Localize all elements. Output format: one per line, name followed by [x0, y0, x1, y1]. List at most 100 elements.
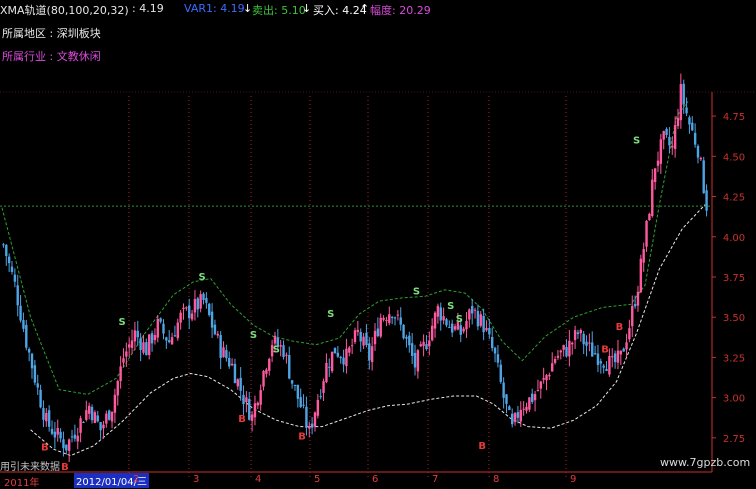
- candle-body: [173, 335, 177, 337]
- watermark: www.7gpzb.com: [660, 456, 751, 469]
- candle-body: [525, 406, 528, 411]
- candle-body: [190, 313, 194, 320]
- candle-body: [619, 350, 623, 355]
- candle-body: [213, 324, 217, 335]
- candle-body: [596, 353, 600, 365]
- candle-body: [53, 431, 57, 438]
- candle-body: [322, 381, 325, 393]
- candle-body: [47, 410, 51, 427]
- candle-body: [645, 220, 648, 247]
- candle-body: [582, 333, 585, 345]
- candle-body: [445, 319, 448, 326]
- y-tick-label: 3.25: [723, 353, 745, 364]
- candle-body: [99, 422, 102, 431]
- candle-body: [622, 348, 625, 352]
- candle-body: [168, 340, 171, 343]
- candle-body: [651, 179, 654, 216]
- candle-body: [188, 305, 191, 319]
- candle-body: [519, 409, 522, 422]
- candle-body: [442, 316, 445, 321]
- candle-body: [450, 323, 454, 333]
- candle-body: [45, 412, 48, 422]
- candle-body: [476, 311, 480, 327]
- month-label: 8: [493, 474, 500, 485]
- candle-body: [705, 190, 708, 211]
- candle-body: [282, 345, 285, 357]
- candle-body: [685, 107, 688, 114]
- candle-body: [353, 330, 357, 343]
- candle-body: [416, 350, 420, 372]
- candle-body: [448, 327, 451, 329]
- candle-body: [305, 406, 308, 428]
- candle-body: [342, 357, 345, 365]
- sell-signal: S: [456, 314, 463, 325]
- candle-body: [107, 410, 111, 420]
- candle-body: [142, 342, 145, 353]
- candle-body: [436, 305, 440, 317]
- candle-body: [336, 352, 340, 357]
- candle-body: [299, 397, 302, 408]
- candle-body: [642, 249, 645, 263]
- sell-signal: S: [118, 317, 125, 328]
- candle-body: [119, 366, 122, 382]
- candle-body: [382, 317, 385, 320]
- candle-body: [148, 334, 151, 356]
- candle-body: [676, 117, 680, 126]
- candle-body: [87, 405, 91, 414]
- candle-body: [548, 374, 551, 377]
- candlestick-chart[interactable]: 4.75 4.50 4.25 4.00 3.75 3.50 3.25 3.00 2.75 B B S…: [0, 0, 756, 487]
- candle-body: [308, 425, 311, 429]
- candle-body: [136, 330, 139, 338]
- candle-body: [150, 333, 154, 344]
- candle-body: [531, 393, 534, 403]
- candle-body: [330, 351, 334, 372]
- candle-body: [242, 394, 245, 405]
- candle-body: [253, 403, 257, 418]
- candle-body: [33, 365, 37, 383]
- candle-body: [2, 244, 5, 246]
- sell-signal: S: [250, 330, 257, 341]
- candle-body: [67, 439, 71, 451]
- candle-body: [339, 356, 342, 359]
- candle-body: [636, 291, 640, 306]
- candle-body: [293, 384, 297, 386]
- candle-body: [70, 436, 74, 438]
- candle-body: [542, 378, 545, 380]
- candle-body: [373, 330, 377, 345]
- candles: [2, 73, 708, 463]
- candle-body: [413, 352, 417, 368]
- candle-body: [27, 349, 31, 353]
- candle-body: [399, 317, 402, 325]
- candle-body: [628, 328, 631, 340]
- candle-body: [648, 213, 651, 221]
- candle-body: [162, 323, 165, 334]
- candle-body: [22, 320, 25, 329]
- candle-body: [82, 422, 85, 424]
- candle-body: [545, 375, 548, 381]
- candle-body: [208, 303, 211, 316]
- candle-body: [359, 331, 362, 342]
- y-tick-label: 2.75: [723, 434, 745, 445]
- candle-body: [613, 353, 617, 363]
- sell-signal: S: [633, 135, 640, 146]
- candle-body: [102, 424, 105, 429]
- candle-body: [599, 361, 603, 364]
- candle-body: [356, 329, 360, 332]
- candle-body: [19, 305, 22, 321]
- candle-body: [410, 343, 414, 356]
- candle-body: [568, 340, 571, 357]
- candle-body: [185, 307, 188, 309]
- candle-body: [536, 390, 540, 392]
- candle-body: [699, 157, 703, 160]
- candle-body: [611, 356, 614, 358]
- candle-body: [516, 412, 520, 418]
- candle-body: [496, 354, 500, 363]
- candle-body: [528, 397, 531, 410]
- candle-body: [639, 258, 643, 293]
- candle-body: [653, 168, 657, 182]
- month-label: 5: [314, 474, 321, 485]
- candle-body: [250, 414, 254, 421]
- buy-signal: B: [238, 414, 246, 425]
- candle-body: [179, 312, 182, 323]
- candle-body: [182, 307, 185, 310]
